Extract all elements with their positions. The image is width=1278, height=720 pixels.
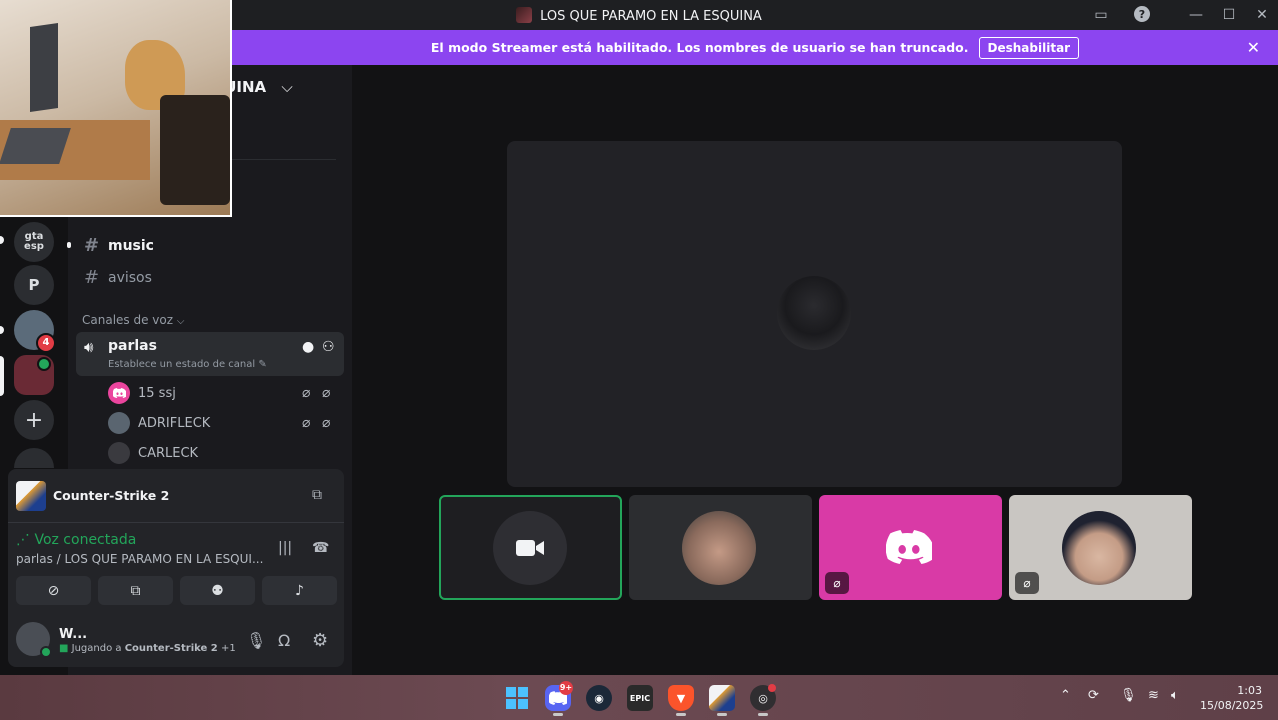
running-indicator bbox=[553, 713, 563, 716]
participant-avatar bbox=[777, 276, 851, 350]
avatar bbox=[108, 382, 130, 404]
voice-category[interactable]: Canales de voz ⌵ bbox=[82, 313, 184, 327]
game-icon bbox=[16, 481, 46, 511]
signal-icon: ⋰ bbox=[16, 532, 30, 548]
voice-active-icon bbox=[37, 357, 51, 371]
noise-suppression-icon[interactable]: ||| bbox=[278, 540, 292, 556]
share-screen-button[interactable]: ⧉ bbox=[98, 576, 173, 605]
server-avatar-icon bbox=[516, 7, 533, 23]
activity-game: Counter-Strike 2 bbox=[53, 488, 170, 503]
discord-logo-icon bbox=[885, 530, 935, 568]
date: 15/08/2025 bbox=[1200, 699, 1264, 712]
voice-user[interactable]: CARLECK bbox=[108, 442, 198, 464]
chevron-up-icon[interactable]: ⌃ bbox=[1060, 688, 1071, 703]
counter-strike-icon[interactable] bbox=[709, 685, 735, 711]
sync-icon[interactable]: ⟳ bbox=[1088, 688, 1099, 703]
running-indicator bbox=[758, 713, 768, 716]
voice-user[interactable]: 15 ssj bbox=[108, 382, 176, 404]
text-channel-icon: # bbox=[84, 267, 100, 288]
mic-muted-icon: ⌀ bbox=[302, 385, 311, 401]
avatar bbox=[108, 412, 130, 434]
banner-close-icon[interactable]: ✕ bbox=[1247, 38, 1260, 57]
clock[interactable]: 1:03 15/08/2025 bbox=[1200, 683, 1264, 713]
epic-games-icon[interactable]: EPIC bbox=[627, 685, 653, 711]
selected-pill bbox=[0, 356, 4, 396]
channel-avisos[interactable]: # avisos bbox=[84, 267, 152, 288]
disconnect-icon[interactable]: ☎ bbox=[312, 540, 329, 556]
deafened-icon: ⌀ bbox=[1015, 572, 1039, 594]
server-icon-gta[interactable]: gta esp bbox=[14, 222, 54, 262]
microphone-tray-icon[interactable]: 🎙︎ bbox=[1120, 688, 1137, 703]
user-activity: ■ Jugando a Counter-Strike 2 +1 bbox=[59, 643, 236, 654]
stream-game-icon[interactable]: ⧉ bbox=[312, 487, 322, 503]
monitor bbox=[30, 23, 58, 112]
inbox-icon[interactable]: ▭ bbox=[1090, 5, 1112, 25]
unread-dot bbox=[67, 242, 71, 248]
mention-badge: 4 bbox=[36, 333, 56, 353]
keyboard bbox=[0, 128, 71, 164]
camera-icon bbox=[516, 540, 544, 556]
online-status-icon bbox=[40, 646, 52, 658]
avatar bbox=[682, 511, 756, 585]
voice-location[interactable]: parlas / LOS QUE PARAMO EN LA ESQUI... bbox=[16, 552, 263, 566]
gamepad-icon: ⚉ bbox=[211, 582, 224, 599]
notification-badge: 9+ bbox=[559, 681, 573, 695]
maximize-icon[interactable]: ☐ bbox=[1218, 5, 1240, 25]
banner-message: El modo Streamer está habilitado. Los no… bbox=[430, 40, 969, 55]
text-channel-icon: # bbox=[84, 235, 100, 256]
microphone-icon[interactable]: 🎙︎ bbox=[246, 631, 266, 650]
activities-button[interactable]: ⚉ bbox=[180, 576, 255, 605]
avatar bbox=[1062, 511, 1136, 585]
video-off-icon: ⊘ bbox=[47, 582, 60, 599]
wifi-icon[interactable]: ≋ bbox=[1148, 688, 1159, 703]
webcam-overlay bbox=[0, 0, 232, 217]
invite-icon[interactable]: ⚇ bbox=[322, 339, 335, 355]
recording-dot bbox=[768, 684, 776, 692]
add-server-icon[interactable]: + bbox=[14, 400, 54, 440]
voice-user[interactable]: ADRIFLECK bbox=[108, 412, 210, 434]
running-indicator bbox=[717, 713, 727, 716]
username: W... bbox=[59, 627, 88, 642]
headphones-icon[interactable]: Ω bbox=[278, 631, 290, 650]
camera-toggle-button[interactable]: ⊘ bbox=[16, 576, 91, 605]
channel-status[interactable]: Establece un estado de canal ✎ bbox=[108, 359, 267, 370]
mic-muted-icon: ⌀ bbox=[302, 415, 311, 431]
close-window-icon[interactable]: ✕ bbox=[1251, 5, 1273, 25]
svg-text:?: ? bbox=[1139, 8, 1145, 21]
screen-share-icon: ⧉ bbox=[130, 582, 141, 599]
deafened-icon: ⌀ bbox=[322, 415, 331, 431]
pencil-icon: ✎ bbox=[258, 359, 267, 370]
minimize-icon[interactable]: — bbox=[1185, 5, 1207, 25]
channel-music[interactable]: # music bbox=[84, 235, 154, 256]
avatar bbox=[108, 442, 130, 464]
deafened-icon: ⌀ bbox=[825, 572, 849, 594]
soundboard-icon: ♪ bbox=[295, 582, 304, 599]
volume-icon[interactable]: 🔈︎ bbox=[1171, 688, 1179, 703]
soundboard-button[interactable]: ♪ bbox=[262, 576, 337, 605]
steam-icon[interactable]: ◉ bbox=[586, 685, 612, 711]
streamer-mode-banner: El modo Streamer está habilitado. Los no… bbox=[232, 30, 1278, 65]
server-icon-p[interactable]: P bbox=[14, 265, 54, 305]
gamepad-icon: ■ bbox=[59, 643, 69, 654]
time: 1:03 bbox=[1237, 684, 1262, 697]
chair bbox=[160, 95, 230, 205]
brave-icon[interactable]: ▼ bbox=[668, 685, 694, 711]
help-icon[interactable]: ? bbox=[1131, 5, 1153, 25]
deafened-icon: ⌀ bbox=[322, 385, 331, 401]
chevron-down-icon: ⌵ bbox=[281, 78, 293, 96]
chevron-down-icon: ⌵ bbox=[176, 316, 185, 327]
chat-icon[interactable]: ● bbox=[302, 339, 314, 355]
avatar bbox=[493, 511, 567, 585]
voice-connected-status[interactable]: ⋰ Voz conectada bbox=[16, 532, 136, 548]
windows-start-icon[interactable] bbox=[504, 685, 530, 711]
disable-streamer-button[interactable]: Deshabilitar bbox=[978, 36, 1080, 59]
panel-divider bbox=[8, 522, 344, 523]
speaker-icon: 🔊︎ bbox=[84, 338, 94, 356]
settings-gear-icon[interactable]: ⚙ bbox=[312, 630, 328, 651]
running-indicator bbox=[676, 713, 686, 716]
voice-channel-name: parlas bbox=[108, 338, 157, 354]
